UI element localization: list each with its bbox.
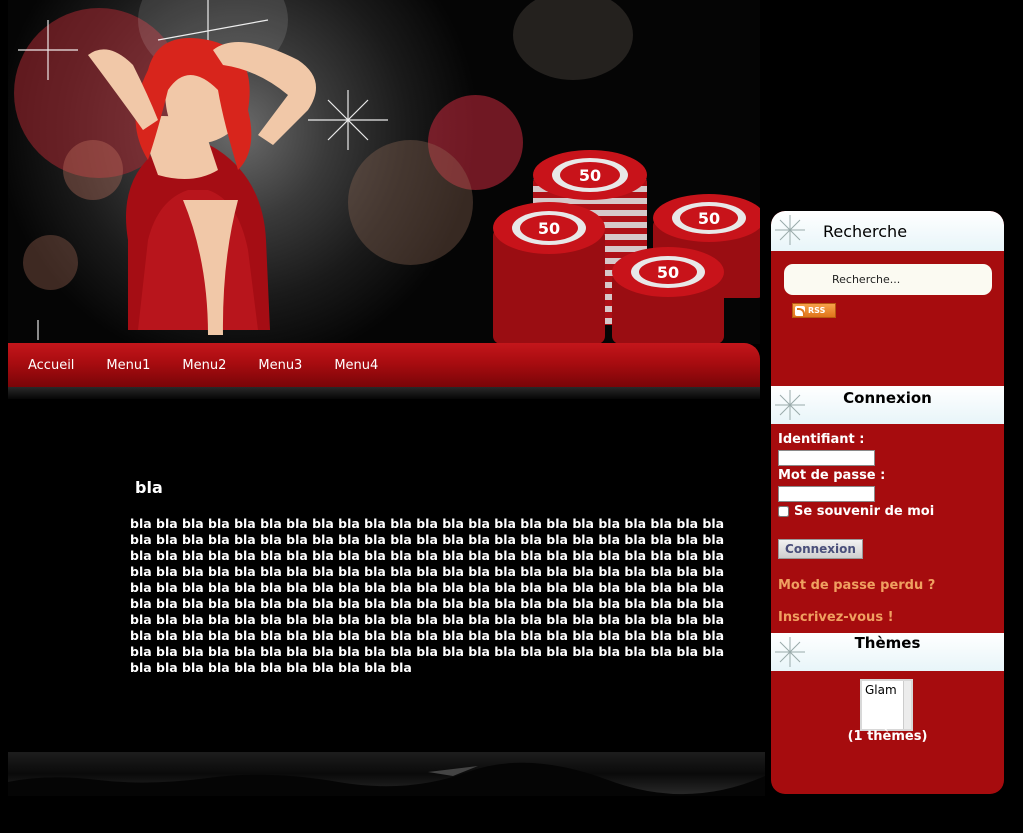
nav-item-accueil[interactable]: Accueil (28, 358, 74, 373)
nav-item-menu3[interactable]: Menu3 (258, 358, 302, 373)
search-header: Recherche (771, 211, 1004, 251)
article-title: bla (135, 478, 163, 497)
chip-value: 50 (657, 263, 679, 282)
username-field[interactable] (778, 450, 875, 466)
nav-shadow (8, 387, 760, 399)
chip-value: 50 (698, 209, 720, 228)
theme-count: (1 thèmes) (847, 729, 928, 744)
nav-item-menu1[interactable]: Menu1 (106, 358, 150, 373)
rss-label: RSS (808, 306, 826, 315)
nav-item-menu4[interactable]: Menu4 (334, 358, 378, 373)
rss-link[interactable]: RSS (792, 303, 836, 318)
nav-item-menu2[interactable]: Menu2 (182, 358, 226, 373)
banner-illustration: 50 50 50 50 (18, 0, 760, 344)
search-title: Recherche (823, 222, 908, 241)
chip-value: 50 (538, 219, 560, 238)
login-title: Connexion (843, 389, 932, 407)
sparkle-icon (775, 215, 805, 245)
header-banner: 50 50 50 50 (8, 0, 760, 344)
rss-icon (795, 305, 805, 316)
login-button[interactable]: Connexion (778, 539, 863, 559)
themes-title: Thèmes (854, 634, 921, 652)
username-label: Identifiant : (778, 432, 865, 447)
theme-scrollbar[interactable] (903, 681, 911, 729)
chip-value: 50 (579, 166, 601, 185)
footer-band (8, 752, 765, 796)
main-nav: Accueil Menu1 Menu2 Menu3 Menu4 (8, 343, 760, 387)
register-link[interactable]: Inscrivez-vous ! (778, 610, 894, 625)
forgot-password-link[interactable]: Mot de passe perdu ? (778, 578, 935, 593)
password-label: Mot de passe : (778, 468, 886, 483)
sidebar: Recherche RSS Connexion Identifiant : Mo… (771, 211, 1004, 794)
article-body: bla bla bla bla bla bla bla bla bla bla … (130, 516, 725, 675)
remember-me[interactable]: Se souvenir de moi (778, 504, 934, 519)
theme-select[interactable]: Glam (860, 679, 913, 731)
search-input[interactable] (784, 264, 992, 295)
themes-header: Thèmes (771, 633, 1004, 671)
remember-checkbox[interactable] (778, 506, 789, 517)
footer-reflection (8, 762, 765, 796)
page: 50 50 50 50 Accueil Menu1 Menu2 Menu3 Me… (0, 0, 1023, 833)
poker-chips-illustration: 50 50 50 50 (493, 150, 760, 344)
remember-label: Se souvenir de moi (794, 504, 935, 519)
login-header: Connexion (771, 386, 1004, 424)
password-field[interactable] (778, 486, 875, 502)
woman-illustration (88, 38, 316, 335)
